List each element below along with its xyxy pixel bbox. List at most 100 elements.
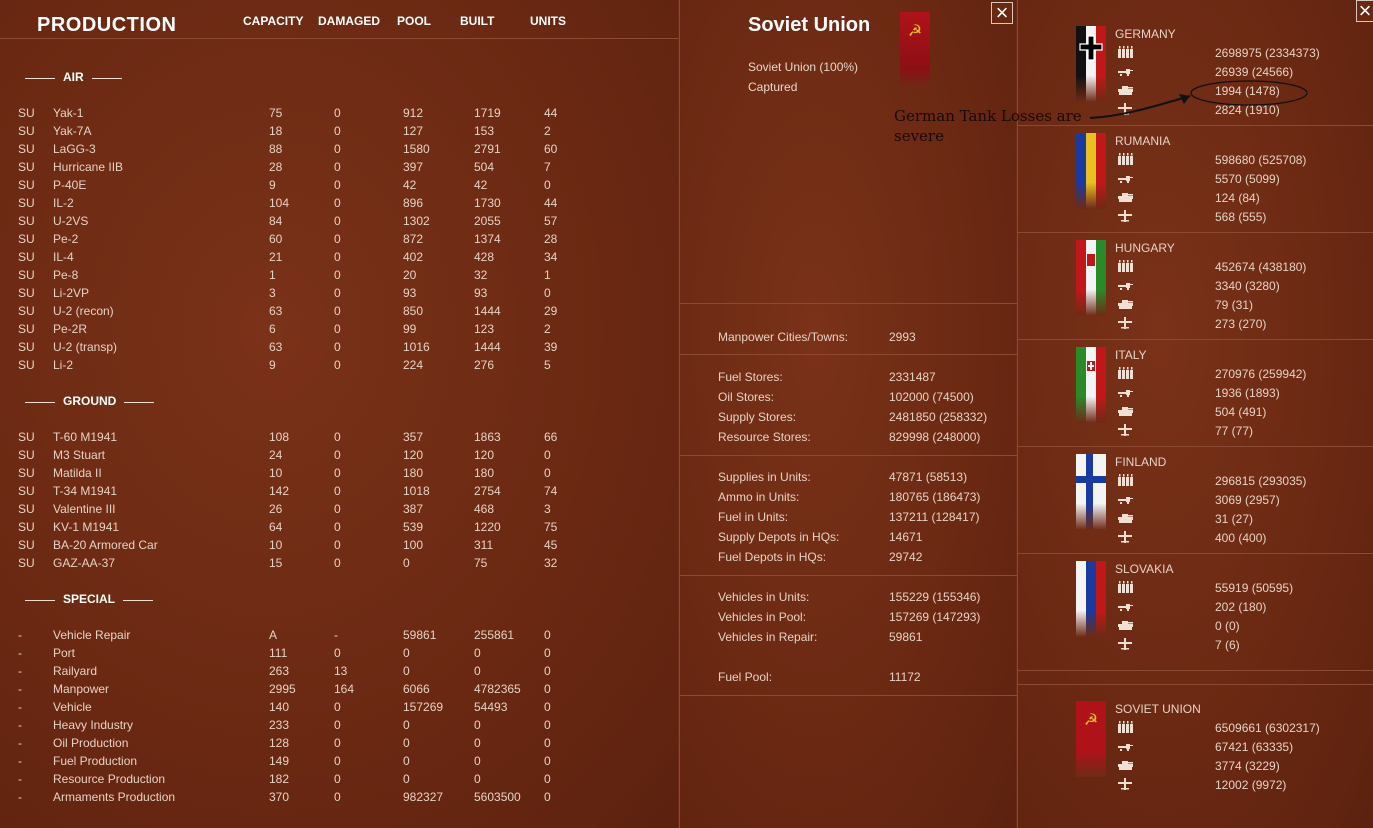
row-built: 93 (474, 286, 488, 300)
row-built: 2055 (474, 214, 501, 228)
row-built: 1863 (474, 430, 501, 444)
production-row[interactable]: SU Li-2 9 0 224 276 5 (0, 358, 678, 376)
row-built: 468 (474, 502, 495, 516)
production-row[interactable]: SU Matilda II 10 0 180 180 0 (0, 466, 678, 484)
close-summary-button[interactable]: × (991, 2, 1013, 24)
section-label: AIR (63, 70, 84, 84)
row-item-name: Matilda II (53, 466, 102, 480)
nation-block-italy[interactable]: ITALY 270976 (259942) 1936 (1893) 504 (491)… (1018, 347, 1373, 447)
country-control: Soviet Union (100%) (748, 60, 859, 74)
col-built[interactable]: BUILT (460, 14, 494, 28)
nation-block-soviet[interactable]: ☭ SOVIET UNION 6509661 (6302317) 67421 (633… (1018, 701, 1373, 801)
row-nation: - (18, 736, 22, 750)
row-nation: - (18, 790, 22, 804)
production-row[interactable]: SU LaGG-3 88 0 1580 2791 60 (0, 142, 678, 160)
row-units: 2 (544, 124, 551, 138)
col-units[interactable]: UNITS (530, 14, 566, 28)
production-row[interactable]: SU Valentine III 26 0 387 468 3 (0, 502, 678, 520)
loss-value: 12002 (9972) (1215, 778, 1287, 792)
row-nation: SU (18, 448, 35, 462)
production-row[interactable]: SU BA-20 Armored Car 10 0 100 311 45 (0, 538, 678, 556)
production-row[interactable]: - Manpower 2995 164 6066 4782365 0 (0, 682, 678, 700)
section-label: GROUND (63, 394, 117, 408)
aircraft-icon (1118, 210, 1132, 222)
production-row[interactable]: SU GAZ-AA-37 15 0 0 75 32 (0, 556, 678, 574)
nation-divider (1018, 670, 1373, 671)
row-item-name: Pe-2R (53, 322, 88, 336)
production-row[interactable]: SU T-34 M1941 142 0 1018 2754 74 (0, 484, 678, 502)
row-pool: 180 (403, 466, 424, 480)
row-pool: 0 (403, 772, 410, 786)
row-damaged: 0 (334, 430, 341, 444)
production-row[interactable]: SU T-60 M1941 108 0 357 1863 66 (0, 430, 678, 448)
row-capacity: 111 (269, 646, 288, 660)
production-row[interactable]: SU U-2 (transp) 63 0 1016 1444 39 (0, 340, 678, 358)
infantry-icon (1118, 367, 1133, 379)
production-row[interactable]: - Fuel Production 149 0 0 0 0 (0, 754, 678, 772)
production-row[interactable]: SU Hurricane IIB 28 0 397 504 7 (0, 160, 678, 178)
nation-block-finland[interactable]: FINLAND 296815 (293035) 3069 (2957) 31 (27)… (1018, 454, 1373, 554)
row-capacity: 3 (269, 286, 276, 300)
production-row[interactable]: SU Pe-2R 6 0 99 123 2 (0, 322, 678, 340)
row-built: 311 (474, 538, 494, 552)
col-pool[interactable]: POOL (397, 14, 431, 28)
production-row[interactable]: - Heavy Industry 233 0 0 0 0 (0, 718, 678, 736)
row-damaged: 0 (334, 358, 341, 372)
col-damaged[interactable]: DAMAGED (318, 14, 380, 28)
production-row[interactable]: SU IL-4 21 0 402 428 34 (0, 250, 678, 268)
row-pool: 120 (403, 448, 424, 462)
production-row[interactable]: SU P-40E 9 0 42 42 0 (0, 178, 678, 196)
row-built: 1444 (474, 340, 501, 354)
production-row[interactable]: SU Pe-8 1 0 20 32 1 (0, 268, 678, 286)
row-damaged: 0 (334, 484, 341, 498)
row-built: 120 (474, 448, 495, 462)
production-row[interactable]: SU IL-2 104 0 896 1730 44 (0, 196, 678, 214)
row-units: 45 (544, 538, 558, 552)
production-row[interactable]: SU Pe-2 60 0 872 1374 28 (0, 232, 678, 250)
annotation-line-1: German Tank Losses are (894, 107, 1082, 125)
section-header-air: AIR (17, 70, 130, 84)
row-units: 2 (544, 322, 551, 336)
row-built: 1374 (474, 232, 501, 246)
section-header-ground: GROUND (17, 394, 162, 408)
row-pool: 127 (403, 124, 424, 138)
production-row[interactable]: SU KV-1 M1941 64 0 539 1220 75 (0, 520, 678, 538)
close-losses-button[interactable]: × (1356, 0, 1373, 22)
row-item-name: Resource Production (53, 772, 166, 786)
loss-value: 2698975 (2334373) (1215, 46, 1320, 60)
stat-label: Ammo in Units: (718, 490, 800, 504)
nation-block-rumania[interactable]: RUMANIA 598680 (525708) 5570 (5099) 124 (84… (1018, 133, 1373, 233)
row-damaged: 13 (334, 664, 348, 678)
row-damaged: 0 (334, 142, 341, 156)
production-row[interactable]: SU U-2VS 84 0 1302 2055 57 (0, 214, 678, 232)
loss-value: 124 (84) (1215, 191, 1260, 205)
production-row[interactable]: SU Yak-1 75 0 912 1719 44 (0, 106, 678, 124)
production-row[interactable]: SU U-2 (recon) 63 0 850 1444 29 (0, 304, 678, 322)
row-pool: 157269 (403, 700, 444, 714)
production-row[interactable]: - Port 111 0 0 0 0 (0, 646, 678, 664)
production-row[interactable]: - Vehicle Repair A - 59861 255861 0 (0, 628, 678, 646)
row-nation: SU (18, 142, 35, 156)
row-nation: SU (18, 520, 35, 534)
nation-block-hungary[interactable]: HUNGARY 452674 (438180) 3340 (3280) 79 (31)… (1018, 240, 1373, 340)
row-damaged: 0 (334, 340, 341, 354)
production-row[interactable]: - Railyard 263 13 0 0 0 (0, 664, 678, 682)
production-row[interactable]: SU Yak-7A 18 0 127 153 2 (0, 124, 678, 142)
production-row[interactable]: - Vehicle 140 0 157269 54493 0 (0, 700, 678, 718)
col-capacity[interactable]: CAPACITY (243, 14, 303, 28)
production-row[interactable]: SU Li-2VP 3 0 93 93 0 (0, 286, 678, 304)
row-pool: 539 (403, 520, 424, 534)
row-units: 0 (544, 646, 551, 660)
production-row[interactable]: - Armaments Production 370 0 982327 5603500 0 (0, 790, 678, 808)
stat-label: Vehicles in Units: (718, 590, 810, 604)
production-row[interactable]: - Oil Production 128 0 0 0 0 (0, 736, 678, 754)
nation-block-slovakia[interactable]: SLOVAKIA 55919 (50595) 202 (180) 0 (0) 7 (6) (1018, 561, 1373, 661)
row-pool: 0 (403, 646, 410, 660)
row-damaged: 0 (334, 718, 341, 732)
row-units: 7 (544, 160, 551, 174)
row-units: 57 (544, 214, 558, 228)
row-nation: SU (18, 196, 35, 210)
production-row[interactable]: - Resource Production 182 0 0 0 0 (0, 772, 678, 790)
production-row[interactable]: SU M3 Stuart 24 0 120 120 0 (0, 448, 678, 466)
row-capacity: 24 (269, 448, 283, 462)
